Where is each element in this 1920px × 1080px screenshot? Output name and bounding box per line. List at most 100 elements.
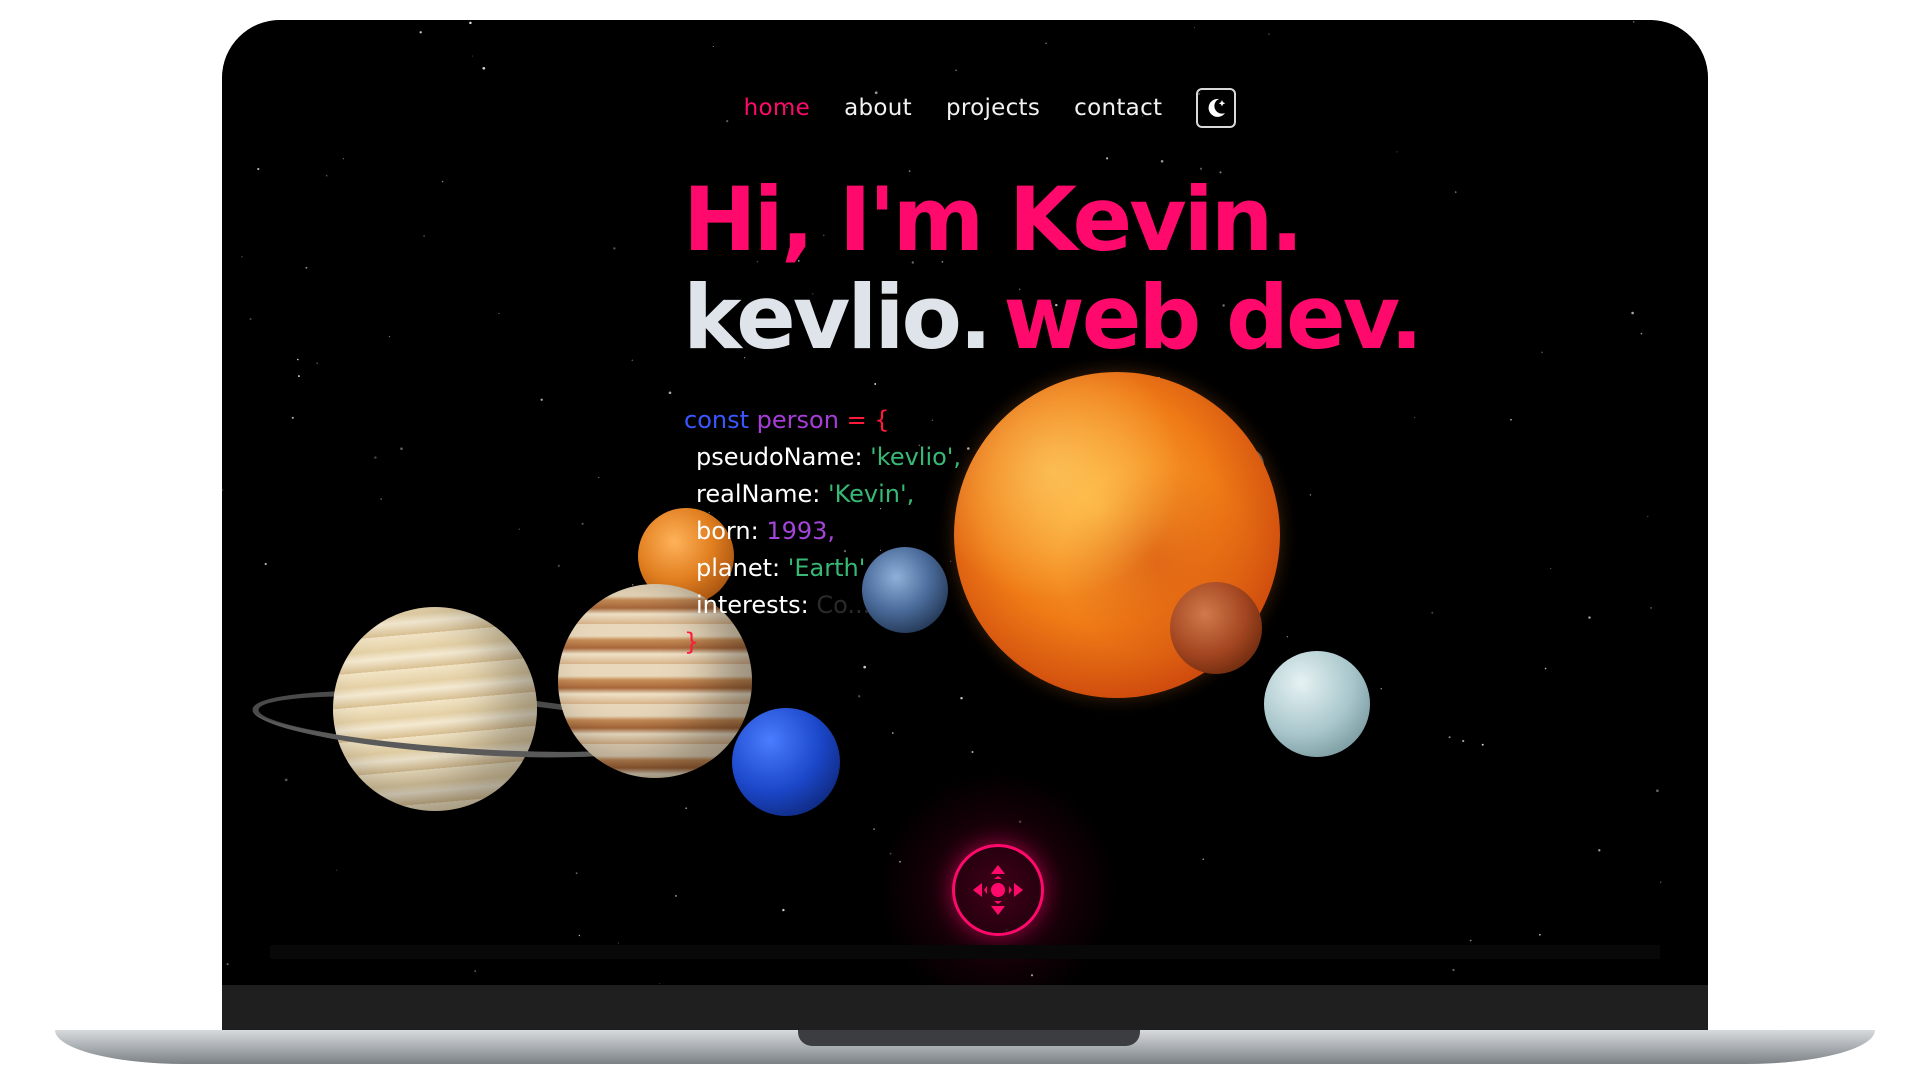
star bbox=[1396, 151, 1398, 153]
star bbox=[1309, 494, 1312, 496]
star bbox=[257, 167, 260, 171]
star bbox=[1650, 607, 1652, 609]
star bbox=[297, 375, 300, 378]
code-field-value: 1993, bbox=[766, 517, 836, 545]
nav-about-link[interactable]: about bbox=[844, 95, 912, 121]
theme-toggle-button[interactable] bbox=[1196, 88, 1237, 128]
star bbox=[1454, 191, 1457, 193]
star bbox=[955, 69, 957, 71]
code-field-value: Co... bbox=[816, 591, 871, 619]
code-field-key: planet: bbox=[696, 554, 781, 582]
star bbox=[226, 963, 229, 966]
star bbox=[1462, 739, 1465, 743]
code-field-key: interests: bbox=[696, 591, 809, 619]
star bbox=[1656, 789, 1659, 793]
star bbox=[1380, 688, 1382, 690]
laptop-lid: home about projects contact Hi, I'm Kevi… bbox=[222, 20, 1708, 1030]
star bbox=[668, 391, 672, 395]
star bbox=[1541, 351, 1543, 354]
code-field-value: 'Earth' bbox=[787, 554, 866, 582]
star bbox=[1431, 611, 1434, 614]
star bbox=[1510, 418, 1512, 421]
star bbox=[1045, 42, 1047, 45]
hero-subtitle: kevlio. web dev. bbox=[683, 266, 1423, 369]
star bbox=[782, 908, 785, 912]
star bbox=[863, 665, 867, 669]
star bbox=[284, 778, 288, 782]
star bbox=[685, 807, 688, 810]
star bbox=[1469, 939, 1472, 942]
star bbox=[1659, 881, 1662, 883]
star bbox=[374, 456, 377, 459]
star bbox=[659, 983, 661, 985]
screen-bottom-bezel bbox=[270, 945, 1660, 959]
code-field-value: 'Kevin', bbox=[828, 480, 915, 508]
star bbox=[441, 180, 444, 183]
star bbox=[305, 266, 308, 269]
star bbox=[423, 235, 426, 237]
star bbox=[1160, 159, 1164, 163]
star bbox=[712, 45, 714, 48]
moon-star-icon bbox=[1208, 98, 1226, 117]
laptop-notch bbox=[798, 1030, 1140, 1046]
star bbox=[326, 175, 328, 177]
star bbox=[1286, 636, 1289, 638]
code-close: } bbox=[684, 624, 961, 661]
top-nav: home about projects contact bbox=[222, 88, 1708, 128]
star bbox=[1452, 968, 1455, 972]
browser-screen: home about projects contact Hi, I'm Kevi… bbox=[222, 20, 1708, 985]
hero-role: web dev. bbox=[1003, 266, 1423, 369]
code-declaration: const person = { bbox=[684, 402, 961, 439]
nav-home-link[interactable]: home bbox=[744, 95, 810, 121]
star bbox=[419, 31, 422, 34]
star bbox=[518, 528, 521, 530]
hero-handle: kevlio. bbox=[683, 266, 992, 369]
code-field-value: 'kevlio', bbox=[870, 443, 962, 471]
move-arrows-icon bbox=[973, 865, 1023, 915]
star bbox=[613, 247, 616, 250]
star bbox=[1105, 157, 1109, 160]
star bbox=[960, 696, 963, 700]
star bbox=[482, 66, 486, 70]
star bbox=[1414, 417, 1416, 419]
star bbox=[498, 312, 500, 314]
star bbox=[858, 695, 861, 698]
code-field-key: pseudoName: bbox=[696, 443, 863, 471]
code-snippet: const person = { pseudoName: 'kevlio', r… bbox=[684, 402, 961, 661]
star bbox=[617, 942, 619, 944]
star bbox=[557, 564, 560, 567]
star bbox=[1598, 849, 1601, 852]
star bbox=[1539, 933, 1541, 936]
star bbox=[1631, 311, 1634, 315]
uranus-planet[interactable] bbox=[1264, 651, 1370, 757]
star bbox=[336, 869, 338, 871]
code-field-key: born: bbox=[696, 517, 759, 545]
star bbox=[674, 894, 677, 897]
star bbox=[631, 359, 634, 362]
star bbox=[581, 522, 584, 525]
star bbox=[892, 732, 894, 734]
star bbox=[1202, 858, 1204, 860]
star bbox=[874, 383, 877, 385]
star bbox=[1544, 667, 1547, 670]
star bbox=[1268, 33, 1270, 35]
move-control-button[interactable] bbox=[952, 844, 1044, 936]
star bbox=[472, 55, 474, 57]
nav-contact-link[interactable]: contact bbox=[1074, 95, 1162, 121]
star bbox=[241, 256, 243, 258]
hero-greeting: Hi, I'm Kevin. bbox=[683, 168, 1304, 271]
star bbox=[1647, 515, 1649, 517]
star bbox=[540, 398, 543, 401]
neptune-planet[interactable] bbox=[732, 708, 840, 816]
star bbox=[296, 358, 299, 361]
star bbox=[873, 828, 876, 831]
star bbox=[967, 447, 970, 450]
code-field-key: realName: bbox=[696, 480, 821, 508]
code-open-brace: = { bbox=[846, 406, 890, 434]
code-close-brace: } bbox=[684, 628, 700, 656]
star bbox=[971, 750, 974, 754]
star bbox=[222, 489, 224, 492]
mars-planet[interactable] bbox=[1170, 582, 1262, 674]
nav-projects-link[interactable]: projects bbox=[946, 95, 1040, 121]
star bbox=[380, 498, 383, 500]
